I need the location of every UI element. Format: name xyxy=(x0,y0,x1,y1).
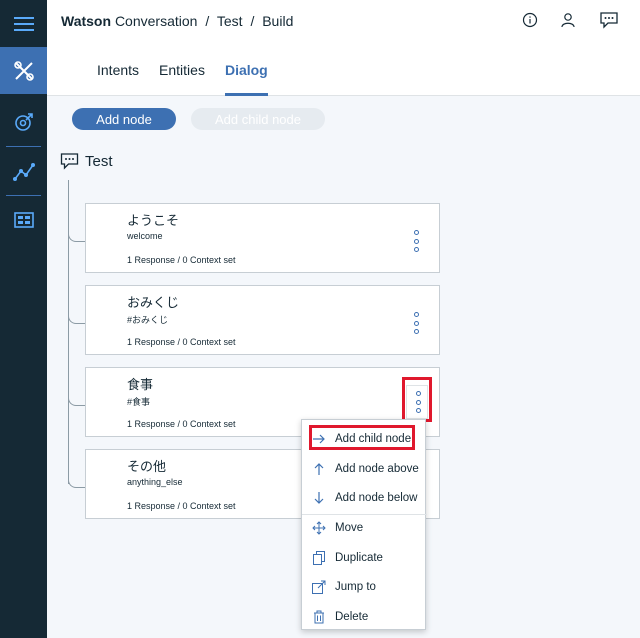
breadcrumb-separator: / xyxy=(250,13,255,29)
menu-button[interactable] xyxy=(0,0,47,47)
tree-connector xyxy=(68,180,69,484)
menu-item-jump-to[interactable]: Jump to xyxy=(302,572,427,601)
add-child-node-button[interactable]: Add child node xyxy=(191,108,325,130)
breadcrumb-page: Build xyxy=(262,13,294,29)
user-icon xyxy=(561,13,575,28)
analytics-icon xyxy=(12,162,35,181)
tab-intents[interactable]: Intents xyxy=(97,62,139,96)
tab-entities[interactable]: Entities xyxy=(159,62,205,96)
node-meta: 1 Response / 0 Context set xyxy=(127,337,236,347)
menu-item-add-node-below[interactable]: Add node below xyxy=(302,483,427,512)
duplicate-icon xyxy=(312,550,325,565)
highlight-box xyxy=(402,377,432,422)
chat-icon xyxy=(60,153,79,170)
breadcrumb: Watson Conversation / Test / Build xyxy=(61,13,293,29)
menu-icon xyxy=(13,16,34,31)
arrow-up-icon xyxy=(314,462,323,475)
trash-icon xyxy=(313,610,324,623)
brand-name: Watson xyxy=(61,13,112,29)
overflow-icon xyxy=(413,230,419,235)
menu-item-add-node-above[interactable]: Add node above xyxy=(302,454,427,483)
chat-icon xyxy=(600,12,618,29)
dialog-node[interactable]: おみくじ #おみくじ 1 Response / 0 Context set xyxy=(85,285,440,355)
node-title: その他 xyxy=(127,459,167,474)
tree-branch xyxy=(68,392,86,406)
menu-item-label: Delete xyxy=(335,610,369,623)
add-node-button[interactable]: Add node xyxy=(72,108,176,130)
breadcrumb-workspace[interactable]: Test xyxy=(217,13,243,29)
top-bar: Watson Conversation / Test / Build Inten… xyxy=(47,0,640,96)
highlight-box xyxy=(309,425,415,450)
improve-icon xyxy=(14,112,33,131)
info-button[interactable] xyxy=(518,8,542,32)
node-title: おみくじ xyxy=(127,295,180,310)
node-condition: anything_else xyxy=(127,477,183,487)
node-condition: welcome xyxy=(127,231,163,241)
node-meta: 1 Response / 0 Context set xyxy=(127,501,236,511)
info-icon xyxy=(522,12,538,28)
tree-branch xyxy=(68,228,86,242)
menu-item-label: Move xyxy=(335,521,364,534)
dialog-root-label: Test xyxy=(85,152,113,170)
rail-divider xyxy=(6,146,41,147)
overflow-icon xyxy=(413,312,419,317)
tree-branch xyxy=(68,310,86,324)
node-title: ようこそ xyxy=(127,213,180,228)
node-meta: 1 Response / 0 Context set xyxy=(127,419,236,429)
chat-button[interactable] xyxy=(597,8,621,32)
deploy-button[interactable] xyxy=(0,196,47,243)
menu-item-delete[interactable]: Delete xyxy=(302,602,427,631)
node-meta: 1 Response / 0 Context set xyxy=(127,255,236,265)
arrow-down-icon xyxy=(314,491,323,504)
menu-item-label: Duplicate xyxy=(335,551,383,564)
menu-item-label: Add node above xyxy=(335,462,419,475)
move-icon xyxy=(311,520,326,535)
menu-item-move[interactable]: Move xyxy=(302,513,427,542)
node-menu-button[interactable] xyxy=(409,230,423,252)
node-condition: #食事 xyxy=(127,397,151,407)
tab-dialog[interactable]: Dialog xyxy=(224,62,268,96)
analytics-button[interactable] xyxy=(0,148,47,195)
tab-bar: Intents Entities Dialog xyxy=(97,62,288,96)
node-condition: #おみくじ xyxy=(127,315,169,325)
build-tools-button[interactable] xyxy=(0,47,47,94)
menu-item-duplicate[interactable]: Duplicate xyxy=(302,543,427,572)
dialog-root: Test xyxy=(60,152,113,170)
app-name[interactable]: Conversation xyxy=(115,13,198,29)
user-button[interactable] xyxy=(556,8,580,32)
dialog-node[interactable]: ようこそ welcome 1 Response / 0 Context set xyxy=(85,203,440,273)
improve-button[interactable] xyxy=(0,98,47,145)
breadcrumb-separator: / xyxy=(205,13,210,29)
jump-to-icon xyxy=(311,580,325,594)
left-rail xyxy=(0,0,47,638)
tree-branch xyxy=(68,474,86,488)
menu-item-label: Add node below xyxy=(335,491,418,504)
node-context-menu: Add child node Add node above Add node b… xyxy=(301,419,427,631)
node-menu-button[interactable] xyxy=(409,312,423,334)
deploy-icon xyxy=(13,211,34,228)
node-title: 食事 xyxy=(127,377,154,392)
tools-icon xyxy=(13,60,34,81)
menu-item-label: Jump to xyxy=(335,580,376,593)
